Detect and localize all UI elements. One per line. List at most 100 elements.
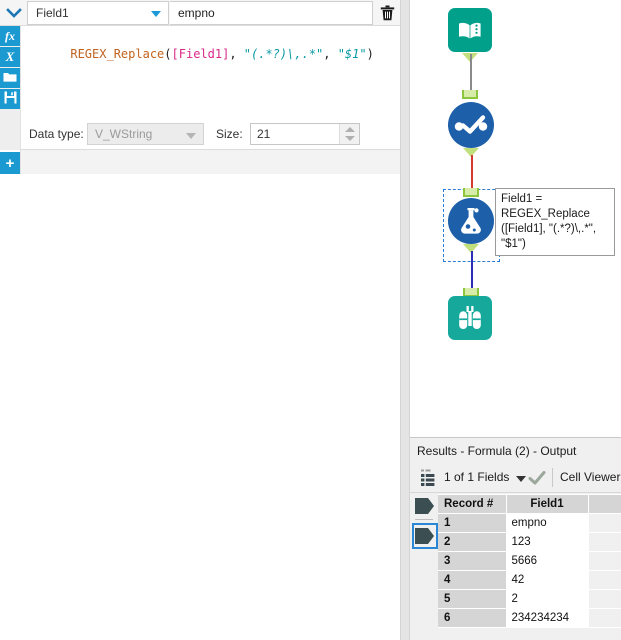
cell-pad [588, 570, 621, 590]
cell-field1[interactable]: 42 [506, 570, 589, 590]
formula-token-punct: , [323, 47, 338, 61]
fx-icon: fx [5, 28, 15, 43]
formula-token-string: "(.*?)\,.*" [243, 47, 324, 61]
formula-panel-empty-area [0, 174, 400, 640]
add-formula-field-button[interactable]: + [0, 152, 20, 174]
cell-record: 4 [438, 570, 507, 590]
output-field-select[interactable]: Field1 [27, 1, 169, 25]
size-spinner[interactable] [339, 124, 359, 144]
formula-token-punct: , [229, 47, 244, 61]
formula-panel-filler [20, 150, 400, 174]
record-stream-rail [410, 494, 438, 640]
field-header-row: Field1 empno [0, 0, 400, 26]
datatype-row: Data type: V_WString Size: 21 [20, 119, 400, 150]
formula-node-annotation[interactable]: Field1 = REGEX_Replace ([Field1], "(.*?)… [495, 188, 615, 256]
size-value: 21 [257, 127, 271, 141]
connection-select-to-formula[interactable] [471, 155, 473, 190]
flask-icon [448, 198, 494, 244]
formula-token-field: [Field1] [171, 47, 230, 61]
connection-formula-to-browse[interactable] [471, 251, 473, 290]
table-row[interactable]: 4 42 [438, 570, 621, 590]
formula-tool-rail: fx X [0, 26, 20, 150]
cell-field1[interactable]: 2 [506, 589, 589, 609]
folder-icon [3, 71, 17, 86]
column-header-record[interactable]: Record # [438, 494, 507, 514]
cell-record: 1 [438, 513, 507, 533]
results-grid[interactable]: Record # Field1 1 empno 2 123 3 5666 4 4… [438, 494, 621, 640]
toolbar-separator [552, 468, 553, 487]
app-root: Field1 empno fx X + REGEX_Replace([Field… [0, 0, 621, 640]
record-flag-input[interactable] [414, 496, 436, 518]
results-panel: Results - Formula (2) - Output 1 of 1 Fi… [410, 437, 621, 640]
node-input-anchor[interactable] [463, 188, 479, 197]
formula-token-function: REGEX_Replace [70, 47, 165, 61]
datatype-label: Data type: [29, 127, 84, 141]
size-label: Size: [216, 127, 243, 141]
table-row[interactable]: 3 5666 [438, 551, 621, 571]
list-icon[interactable] [420, 468, 440, 488]
results-toolbar: 1 of 1 Fields Cell Viewer [410, 463, 621, 493]
connection-input-to-select[interactable] [470, 54, 472, 92]
chevron-down-icon [186, 133, 196, 139]
table-row[interactable]: 5 2 [438, 589, 621, 609]
node-input-anchor[interactable] [462, 90, 478, 99]
select-node[interactable] [448, 102, 494, 157]
table-row[interactable]: 6 234234234 [438, 608, 621, 628]
formula-token-punct: ( [164, 47, 172, 61]
record-flag-output[interactable] [412, 523, 438, 549]
book-folder-icon [448, 8, 492, 52]
output-field-name-value: empno [178, 6, 215, 20]
formula-config-panel: Field1 empno fx X + REGEX_Replace([Field… [0, 0, 400, 640]
chevron-down-icon[interactable] [516, 476, 526, 482]
cell-record: 2 [438, 532, 507, 552]
variable-icon: X [5, 49, 15, 64]
table-row[interactable]: 1 empno [438, 513, 621, 533]
table-row[interactable]: 2 123 [438, 532, 621, 552]
cell-field1[interactable]: empno [506, 513, 589, 533]
datatype-select[interactable]: V_WString [87, 123, 204, 145]
cell-field1[interactable]: 123 [506, 532, 589, 552]
output-field-name-input[interactable]: empno [170, 1, 373, 25]
formula-expression-editor[interactable]: REGEX_Replace([Field1], "(.*?)\,.*", "$1… [20, 26, 400, 119]
binoculars-icon [448, 296, 492, 340]
spinner-down-icon[interactable] [345, 136, 355, 141]
cell-field1[interactable]: 234234234 [506, 608, 589, 628]
cell-pad [588, 608, 621, 628]
cell-field1[interactable]: 5666 [506, 551, 589, 571]
cell-record: 6 [438, 608, 507, 628]
column-header-pad [588, 494, 621, 514]
spinner-up-icon[interactable] [345, 127, 355, 132]
formula-node[interactable] [448, 198, 494, 253]
check-circle-icon [448, 102, 494, 148]
browse-node[interactable] [448, 296, 492, 340]
table-header-row: Record # Field1 [438, 494, 621, 514]
fields-count-label[interactable]: 1 of 1 Fields [444, 470, 509, 484]
trash-icon[interactable] [376, 1, 399, 25]
cell-pad [588, 551, 621, 571]
results-table: Record # Field1 1 empno 2 123 3 5666 4 4… [438, 494, 621, 628]
datatype-value: V_WString [95, 127, 153, 141]
formula-token-punct: ) [366, 47, 374, 61]
cell-viewer-button[interactable]: Cell Viewer [560, 470, 620, 484]
open-formula-button[interactable] [0, 68, 20, 88]
rail-divider [415, 519, 433, 520]
save-icon [4, 91, 17, 107]
cell-pad [588, 532, 621, 552]
variables-button[interactable]: X [0, 47, 20, 67]
functions-button[interactable]: fx [0, 26, 20, 46]
cell-pad [588, 589, 621, 609]
column-header-field1[interactable]: Field1 [506, 494, 589, 514]
cell-record: 3 [438, 551, 507, 571]
size-input[interactable]: 21 [251, 124, 339, 144]
workflow-canvas[interactable]: Field1 = REGEX_Replace ([Field1], "(.*?)… [410, 0, 621, 437]
cell-pad [588, 513, 621, 533]
save-formula-button[interactable] [0, 89, 20, 109]
chevron-down-icon [151, 11, 161, 17]
results-title: Results - Formula (2) - Output [410, 441, 621, 461]
check-icon[interactable] [528, 470, 546, 486]
size-stepper[interactable]: 21 [250, 123, 360, 145]
panel-splitter[interactable] [400, 0, 410, 640]
chevron-down-icon[interactable] [4, 4, 24, 22]
input-data-node[interactable] [448, 8, 492, 62]
formula-token-string: "$1" [337, 47, 367, 61]
